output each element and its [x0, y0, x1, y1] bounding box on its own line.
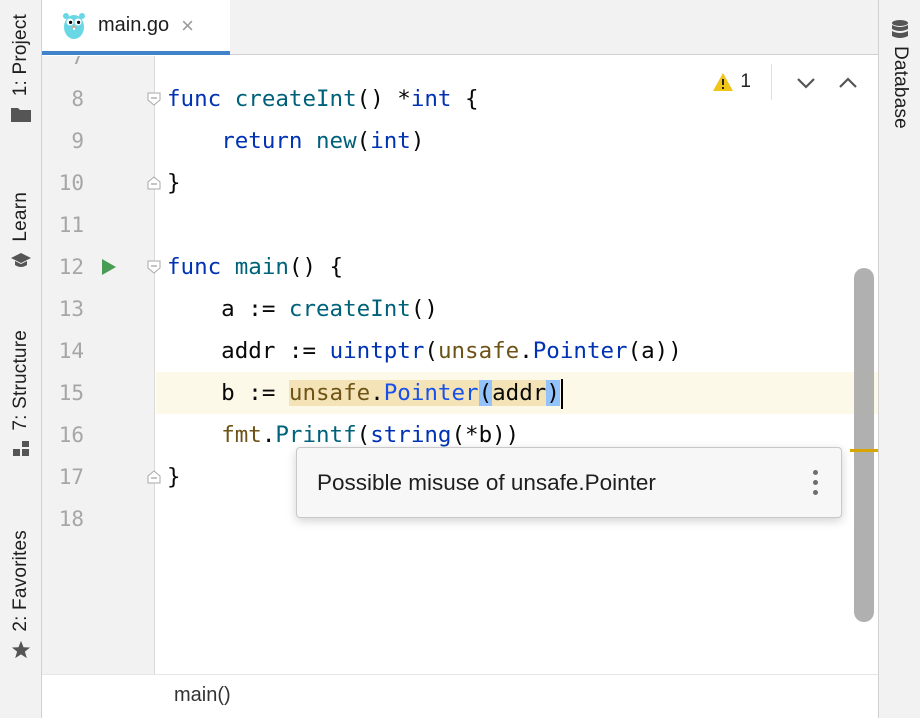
tool-tab-database[interactable]: Database: [879, 20, 920, 129]
code-text: b := unsafe.Pointer(addr): [167, 372, 563, 414]
right-tool-strip: Database: [878, 0, 920, 718]
graduation-cap-icon: [11, 250, 31, 270]
code-text: addr := uintptr(unsafe.Pointer(a)): [167, 338, 682, 364]
tool-tab-favorites-label: 2: Favorites: [10, 530, 31, 632]
run-icon[interactable]: [102, 259, 116, 275]
vertical-scrollbar[interactable]: [854, 268, 874, 622]
breadcrumb: main(): [42, 674, 878, 718]
tool-tab-project[interactable]: 1: Project: [0, 14, 42, 124]
code-line: 7: [42, 56, 878, 78]
tool-tab-database-label: Database: [890, 46, 911, 129]
tool-tab-project-label: 1: Project: [10, 14, 31, 97]
gopher-icon: [62, 12, 86, 40]
tool-tab-learn[interactable]: Learn: [0, 192, 42, 270]
tool-tab-structure-label: 7: Structure: [10, 330, 31, 431]
code-text: }: [167, 170, 181, 196]
line-number: 10: [58, 171, 84, 195]
editor-tab-bar: main.go ×: [42, 0, 878, 55]
code-line-current: 15 b := unsafe.Pointer(addr): [42, 372, 878, 414]
code-text: }: [167, 464, 181, 490]
code-line: 14 addr := uintptr(unsafe.Pointer(a)): [42, 330, 878, 372]
inspection-message: Possible misuse of unsafe.Pointer: [317, 469, 656, 495]
tool-tab-structure[interactable]: 7: Structure: [0, 330, 42, 459]
warning-stripe-marker[interactable]: [850, 449, 878, 452]
left-tool-strip: 1: Project Learn 7: Structure 2: Favorit…: [0, 0, 42, 718]
line-number: 11: [58, 213, 84, 237]
line-number: 14: [58, 339, 84, 363]
fold-end-icon[interactable]: [147, 176, 161, 190]
code-text: return new(int): [221, 128, 425, 154]
folder-icon: [11, 104, 31, 124]
database-icon: [890, 20, 910, 40]
close-icon[interactable]: ×: [181, 14, 194, 37]
line-number: 18: [58, 507, 84, 531]
tool-tab-learn-label: Learn: [10, 192, 31, 242]
line-number: 13: [58, 297, 84, 321]
code-text: func main() {: [167, 254, 344, 280]
line-number: 15: [58, 381, 84, 405]
fold-open-icon[interactable]: [147, 92, 161, 106]
code-editor[interactable]: 1 7 8 func createInt() *int { 9 return n…: [42, 56, 878, 674]
code-line: 11: [42, 204, 878, 246]
tool-tab-favorites[interactable]: 2: Favorites: [0, 530, 42, 660]
line-number: 9: [71, 129, 84, 153]
breadcrumb-item-main[interactable]: main(): [174, 684, 231, 707]
structure-icon: [11, 439, 31, 459]
line-number: 7: [71, 56, 84, 69]
code-line: 13 a := createInt(): [42, 288, 878, 330]
line-number: 8: [71, 87, 84, 111]
star-icon: [11, 640, 31, 660]
line-number: 16: [58, 423, 84, 447]
code-text: a := createInt(): [167, 296, 438, 322]
editor-tab-label: main.go: [98, 14, 170, 36]
fold-end-icon[interactable]: [147, 470, 161, 484]
line-number: 12: [58, 255, 84, 279]
code-line: 12 func main() {: [42, 246, 878, 288]
code-line: 9 return new(int): [42, 120, 878, 162]
code-line: 10 }: [42, 162, 878, 204]
line-number: 17: [58, 465, 84, 489]
fold-open-icon[interactable]: [147, 260, 161, 274]
code-line: 8 func createInt() *int {: [42, 78, 878, 120]
more-options-icon[interactable]: [813, 470, 819, 495]
code-text: func createInt() *int {: [167, 86, 479, 112]
inspection-popup: Possible misuse of unsafe.Pointer: [296, 447, 842, 518]
editor-tab-main-go[interactable]: main.go ×: [42, 0, 230, 55]
text-caret: [560, 378, 563, 409]
